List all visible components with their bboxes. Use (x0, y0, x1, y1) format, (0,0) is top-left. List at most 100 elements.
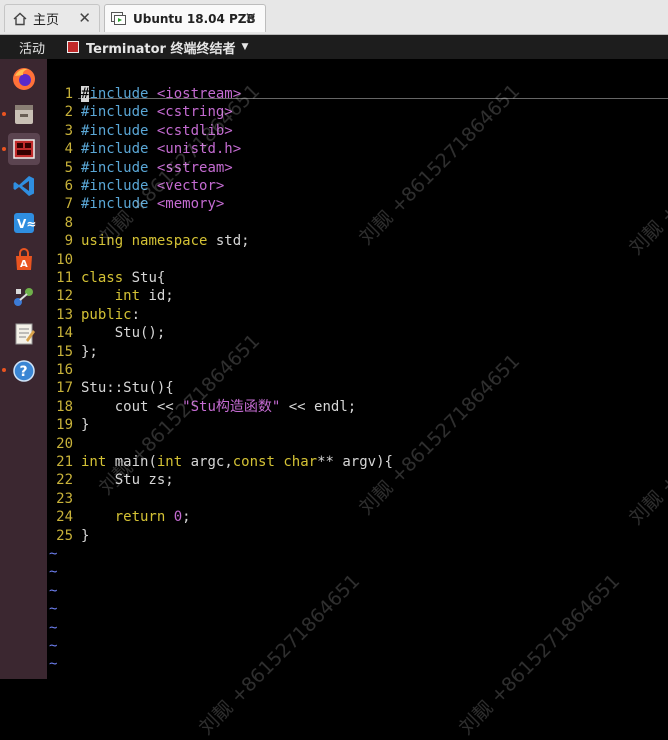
vim-empty-line: ~ (49, 619, 58, 636)
code-text: int main(int argc,const char** argv){ (81, 454, 393, 470)
code-line: 1 #include <iostream> (47, 85, 241, 103)
code-line: 6 #include <vector> (47, 177, 225, 195)
line-number: 14 (56, 325, 73, 342)
line-number: 4 (64, 141, 73, 158)
vim-empty-line: ~ (49, 564, 58, 581)
close-icon[interactable]: ✕ (244, 9, 257, 27)
line-number: 18 (56, 398, 73, 415)
code-line: 17 Stu::Stu(){ (47, 379, 174, 397)
terminator-icon (13, 139, 35, 159)
dock-help[interactable]: ? (8, 355, 40, 387)
code-line: 4 #include <unistd.h> (47, 140, 242, 158)
code-text: #include <memory> (81, 196, 225, 213)
dock-software[interactable]: A (8, 244, 40, 276)
app-menu[interactable]: Terminator 终端终结者 ▼ (67, 38, 248, 57)
code-text: } (81, 417, 90, 434)
line-number: 9 (64, 233, 73, 250)
code-text: #include <vector> (81, 178, 225, 194)
tab-vm[interactable]: Ubuntu 18.04 PZB ✕ (104, 4, 266, 32)
text-editor-icon (15, 323, 35, 345)
line-number: 2 (64, 104, 73, 121)
dock-files[interactable] (8, 98, 40, 130)
vmware-tab-bar: 主页 ✕ Ubuntu 18.04 PZB ✕ (0, 0, 668, 35)
line-number: 23 (56, 490, 73, 507)
line-number: 13 (56, 306, 73, 323)
line-number: 10 (56, 251, 73, 268)
terminal-window[interactable]: 1 #include <iostream> 2 #include <cstring> 3… (47, 59, 668, 679)
code-line: 2 #include <cstring> (47, 103, 233, 121)
close-icon[interactable]: ✕ (78, 9, 91, 27)
vim-empty-line: ~ (49, 582, 58, 599)
top-panel: 活动 Terminator 终端终结者 ▼ (0, 35, 668, 59)
dock-firefox[interactable] (8, 63, 40, 95)
code-line: 10 (47, 251, 81, 269)
code-line: 19} (47, 416, 89, 434)
line-number: 3 (64, 122, 73, 139)
code-line: 22 Stu zs; (47, 471, 174, 489)
tab-home-label: 主页 (33, 13, 60, 28)
app-name: Terminator 终端终结者 (86, 41, 236, 57)
activities-button[interactable]: 活动 (19, 38, 45, 57)
code-text: public: (81, 306, 141, 323)
code-text: Stu::Stu(){ (81, 380, 174, 397)
code-line: 20 (47, 435, 81, 453)
dock: V≈ A ? (0, 59, 47, 679)
network-tool-icon (14, 288, 33, 306)
code-text: }; (81, 343, 98, 360)
line-number: 6 (64, 178, 73, 194)
code-text: Stu(); (81, 325, 166, 342)
line-number: 15 (56, 343, 73, 360)
code-line: 13 public: (47, 306, 140, 324)
line-number: 20 (56, 435, 73, 452)
line-number: 21 (56, 454, 73, 470)
code-line: 8 (47, 214, 81, 232)
dock-vscode[interactable] (8, 170, 40, 202)
line-number: 19 (56, 417, 73, 434)
code-text: #include <sstream> (81, 159, 233, 176)
tab-home[interactable]: 主页 ✕ (4, 4, 100, 32)
code-text: class Stu{ (81, 270, 166, 286)
dock-text-editor[interactable] (8, 318, 40, 350)
code-line: 23 (47, 490, 81, 508)
running-indicator (2, 368, 6, 372)
code-line: 5 #include <sstream> (47, 159, 233, 177)
code-line: 14 Stu(); (47, 324, 165, 342)
software-center-icon: A (16, 248, 32, 270)
line-number: 7 (64, 196, 73, 213)
line-number: 1 (64, 86, 73, 102)
svg-text:V≈: V≈ (17, 217, 36, 231)
dock-terminator[interactable] (8, 133, 40, 165)
tab-vm-label: Ubuntu 18.04 PZB (133, 11, 256, 26)
firefox-icon (13, 68, 35, 90)
line-number: 24 (56, 509, 73, 526)
vim-empty-line: ~ (49, 546, 58, 562)
line-number: 8 (64, 214, 73, 231)
help-icon: ? (13, 360, 35, 382)
vim-empty-line: ~ (49, 601, 58, 618)
dock-network-tool[interactable] (8, 281, 40, 313)
dock-vm-app[interactable]: V≈ (8, 207, 40, 239)
line-number: 5 (64, 159, 73, 176)
line-number: 11 (56, 270, 73, 286)
home-icon (13, 12, 27, 26)
code-line: 25} (47, 527, 89, 545)
line-number: 12 (56, 288, 73, 305)
code-text: cout << "Stu构造函数" << endl; (81, 398, 357, 415)
running-indicator (2, 112, 6, 116)
code-line: 9 using namespace std; (47, 232, 250, 250)
svg-text:?: ? (20, 364, 28, 380)
vim-empty-line: ~ (49, 656, 58, 673)
terminator-icon (67, 41, 80, 53)
line-number: 25 (56, 527, 73, 544)
code-line: 3 #include <cstdlib> (47, 122, 233, 140)
code-line: 12 int id; (47, 287, 174, 305)
code-line: 11 class Stu{ (47, 269, 165, 287)
vscode-icon (13, 176, 34, 196)
code-text: Stu zs; (81, 472, 174, 489)
line-number: 22 (56, 472, 73, 489)
code-line: 21 int main(int argc,const char** argv){ (47, 453, 393, 471)
code-line: 16 (47, 361, 81, 379)
code-text: #include <cstdlib> (81, 122, 233, 139)
vm-icon (111, 11, 127, 26)
vm-app-icon: V≈ (14, 213, 36, 233)
